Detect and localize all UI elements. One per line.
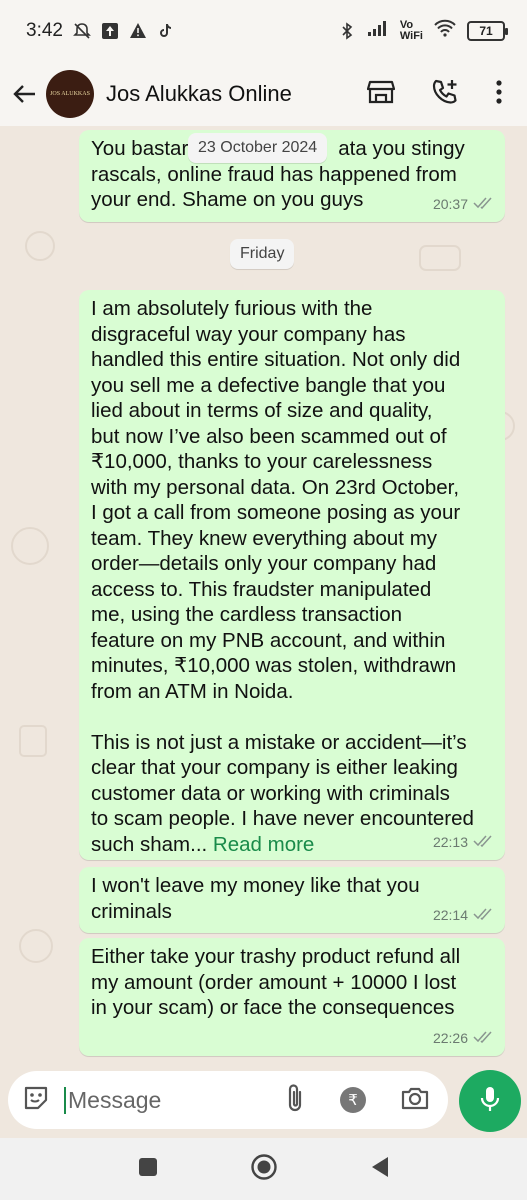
mic-button[interactable] xyxy=(459,1070,521,1132)
battery-level: 71 xyxy=(479,24,493,38)
signal-icon xyxy=(366,19,390,43)
contact-name[interactable]: Jos Alukkas Online xyxy=(106,81,292,107)
date-pill: 23 October 2024 xyxy=(188,133,328,163)
avatar[interactable]: JOS ALUKKAS xyxy=(46,70,94,118)
status-bar: 3:42 Vo WiFi 71 xyxy=(0,0,527,62)
message-text: I am absolutely furious with the disgrac… xyxy=(91,296,493,857)
composer-bar: ₹ xyxy=(8,1071,448,1129)
attach-icon[interactable] xyxy=(284,1083,306,1118)
double-check-icon xyxy=(473,830,493,856)
message-meta: 20:37 xyxy=(433,192,493,218)
avatar-logo-text: JOS ALUKKAS xyxy=(50,90,90,97)
message-text: Either take your trashy product refund a… xyxy=(91,945,461,1019)
message-time: 20:37 xyxy=(432,195,468,212)
upload-icon xyxy=(101,22,119,40)
message-bubble[interactable]: Either take your trashy product refund a… xyxy=(79,938,505,1056)
message-meta: 22:13 xyxy=(433,830,493,856)
double-check-icon xyxy=(473,192,493,218)
chat-area[interactable]: You bastar ata you stingy rascals, online… xyxy=(0,126,527,1066)
tiktok-icon xyxy=(157,22,175,40)
muted-bell-icon xyxy=(73,22,91,40)
bluetooth-icon xyxy=(338,22,356,40)
double-check-icon xyxy=(473,903,493,929)
back-nav-icon[interactable] xyxy=(370,1156,390,1183)
chat-header: JOS ALUKKAS Jos Alukkas Online xyxy=(0,62,527,126)
message-time: 22:14 xyxy=(432,906,468,923)
recent-apps-icon[interactable] xyxy=(138,1157,158,1182)
message-input[interactable] xyxy=(64,1086,264,1114)
message-meta: 22:14 xyxy=(433,903,493,929)
rupee-payment-icon[interactable]: ₹ xyxy=(340,1087,366,1113)
message-time: 22:26 xyxy=(432,1029,468,1046)
shop-icon[interactable] xyxy=(366,79,396,110)
camera-icon[interactable] xyxy=(400,1085,430,1116)
message-bubble[interactable]: I won't leave my money like that you cri… xyxy=(79,867,505,933)
system-nav-bar xyxy=(0,1138,527,1200)
status-time: 3:42 xyxy=(26,20,63,41)
sticker-icon[interactable] xyxy=(22,1084,50,1117)
message-text-part: ata you stingy xyxy=(338,137,465,160)
message-bubble[interactable]: I am absolutely furious with the disgrac… xyxy=(79,290,505,860)
message-meta: 22:26 xyxy=(433,1026,493,1052)
add-call-icon[interactable] xyxy=(431,78,459,111)
vowifi-indicator: Vo WiFi xyxy=(400,20,423,42)
battery-icon: 71 xyxy=(467,21,508,41)
message-time: 22:13 xyxy=(432,833,468,850)
date-pill: Friday xyxy=(230,239,295,269)
vowifi-bottom: WiFi xyxy=(399,30,423,42)
warning-icon xyxy=(129,22,147,40)
home-icon[interactable] xyxy=(250,1153,278,1186)
more-options-icon[interactable] xyxy=(495,79,503,110)
message-text-part: rascals, online fraud has happened from … xyxy=(91,162,457,212)
read-more-link[interactable]: Read more xyxy=(213,833,314,856)
message-text-part: I am absolutely furious with the disgrac… xyxy=(91,297,474,856)
double-check-icon xyxy=(473,1026,493,1052)
back-arrow-icon[interactable] xyxy=(10,80,38,108)
message-text-part: You bastar xyxy=(91,137,189,160)
wifi-icon xyxy=(433,19,457,43)
mic-icon xyxy=(479,1085,501,1118)
